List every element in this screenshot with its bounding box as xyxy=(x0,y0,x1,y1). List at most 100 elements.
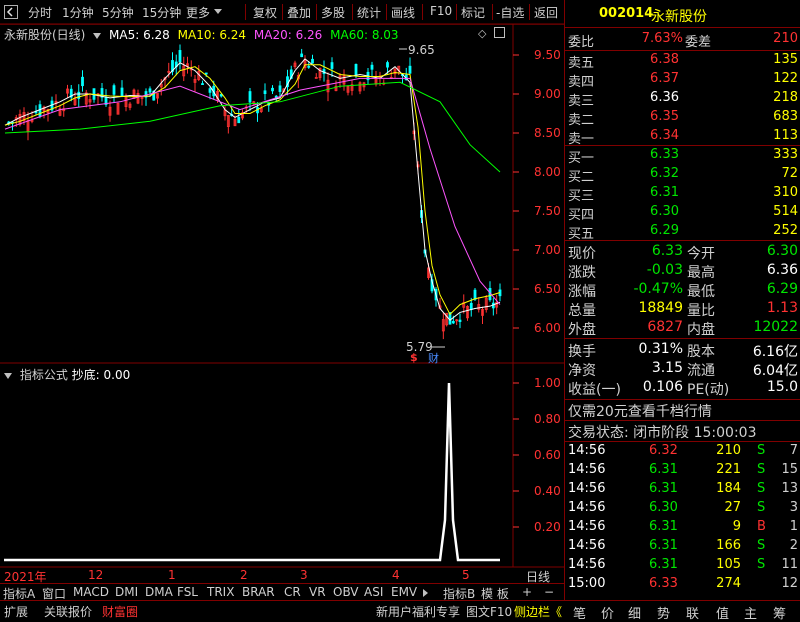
right-tab-detail[interactable]: 细 xyxy=(628,603,641,622)
tick-volume: 9 xyxy=(732,519,741,534)
tick-count: 15 xyxy=(781,462,798,477)
tick-row: 14:56 6.32 210 S 7 xyxy=(565,443,800,461)
fundamental-value: 15.0 xyxy=(766,379,798,395)
tab-cr[interactable]: CR xyxy=(284,585,301,599)
price-axis-label: 9.00 xyxy=(534,87,561,101)
status-promo[interactable]: 新用户福利专享 xyxy=(376,603,460,620)
status-wealth-circle[interactable]: 财富圈 xyxy=(102,603,138,620)
sell-level-row[interactable]: 卖五 6.38 135 xyxy=(565,52,800,71)
indicator-settings-icon[interactable] xyxy=(4,372,12,379)
tab-emv[interactable]: EMV xyxy=(391,585,417,599)
tab-fsl[interactable]: FSL xyxy=(177,585,198,599)
buy-level-row[interactable]: 买四 6.30 514 xyxy=(565,204,800,223)
stat-value: 12022 xyxy=(753,319,798,335)
time-label-feb: 2 xyxy=(240,568,248,582)
status-sidebar[interactable]: 侧边栏《 xyxy=(514,603,562,620)
buy-level-row[interactable]: 买三 6.31 310 xyxy=(565,185,800,204)
tick-direction: S xyxy=(757,500,766,515)
tick-count: 2 xyxy=(789,538,798,553)
buy-level-row[interactable]: 买二 6.32 72 xyxy=(565,166,800,185)
right-tab-price[interactable]: 价 xyxy=(601,603,614,622)
status-expand[interactable]: 扩展 xyxy=(4,603,28,620)
status-related-quote[interactable]: 关联报价 xyxy=(44,603,92,620)
weibi-label: 委比 xyxy=(568,35,595,50)
tick-volume: 274 xyxy=(716,576,741,591)
price-axis-label: 8.00 xyxy=(534,165,561,179)
event-marker-s[interactable]: $ xyxy=(410,351,418,364)
time-label-dec: 12 xyxy=(88,568,104,582)
weicha-label: 委差 xyxy=(685,35,712,50)
right-tab-value[interactable]: 值 xyxy=(716,603,729,622)
tab-vr[interactable]: VR xyxy=(309,585,326,599)
tab-brar[interactable]: BRAR xyxy=(242,585,275,599)
tab-macd[interactable]: MACD xyxy=(73,585,109,599)
status-f10[interactable]: 图文F10 xyxy=(466,603,512,620)
stat-value: 1.13 xyxy=(766,300,798,316)
stat-label: 外盘 xyxy=(568,322,596,338)
level-volume: 113 xyxy=(773,128,798,143)
level-price: 6.36 xyxy=(650,90,679,105)
indicator-value: 抄底: 0.00 xyxy=(71,368,131,382)
tick-price: 6.32 xyxy=(649,443,678,458)
level-volume: 135 xyxy=(773,52,798,67)
tick-volume: 221 xyxy=(716,462,741,477)
finance-marker[interactable]: 财 xyxy=(428,350,439,366)
tick-count: 1 xyxy=(789,519,798,534)
level-price: 6.38 xyxy=(650,52,679,67)
tick-price: 6.31 xyxy=(649,481,678,496)
buy-level-row[interactable]: 买一 6.33 333 xyxy=(565,147,800,166)
tab-scroll-icon[interactable] xyxy=(423,589,428,597)
time-label-apr: 4 xyxy=(392,568,400,582)
tick-time: 14:56 xyxy=(568,538,606,553)
price-axis-label: 7.50 xyxy=(534,204,561,218)
right-tab-chips[interactable]: 筹 xyxy=(773,603,786,622)
tick-count: 3 xyxy=(789,500,798,515)
weibi-row: 委比 7.63% 委差 210 xyxy=(565,31,800,50)
level-price: 6.31 xyxy=(650,185,679,200)
stat-value: 6.30 xyxy=(766,243,798,259)
tick-row: 15:00 6.33 274 12 xyxy=(565,576,800,594)
price-axis-label: 9.50 xyxy=(534,48,561,62)
level-label: 买四 xyxy=(568,208,595,223)
zoom-out-button[interactable]: − xyxy=(544,585,554,599)
sell-level-row[interactable]: 卖四 6.37 122 xyxy=(565,71,800,90)
right-tab-trades[interactable]: 笔 xyxy=(573,603,586,622)
tick-time: 14:56 xyxy=(568,462,606,477)
right-tab-linked[interactable]: 联 xyxy=(686,603,699,622)
kline-chart[interactable] xyxy=(0,0,564,600)
quote-stat-row: 涨幅 -0.47% 最低 6.29 xyxy=(565,281,800,300)
right-tab-main[interactable]: 主 xyxy=(744,603,757,622)
tick-price: 6.30 xyxy=(649,500,678,515)
depth-promo-text[interactable]: 仅需20元查看千档行情 xyxy=(568,401,712,421)
zoom-in-button[interactable]: + xyxy=(522,585,532,599)
quote-stat-row: 总量 18849 量比 1.13 xyxy=(565,300,800,319)
depth-promo[interactable]: 仅需20元查看千档行情 xyxy=(565,401,800,420)
right-tab-trend[interactable]: 势 xyxy=(657,603,670,622)
level-label: 买一 xyxy=(568,151,595,166)
fundamental-label: 流通 xyxy=(687,363,715,379)
stat-label: 现价 xyxy=(568,246,596,262)
indicator-axis-label: 0.80 xyxy=(534,412,561,426)
fundamental-row: 净资 3.15 流通 6.04亿 xyxy=(565,360,800,379)
fundamental-value: 6.16亿 xyxy=(752,344,798,360)
quote-stat-row: 现价 6.33 今开 6.30 xyxy=(565,243,800,262)
tick-row: 14:56 6.31 166 S 2 xyxy=(565,538,800,556)
tab-trix[interactable]: TRIX xyxy=(207,585,234,599)
trade-status-text: 交易状态: 闭市阶段 15:00:03 xyxy=(568,425,757,441)
tab-dmi[interactable]: DMI xyxy=(115,585,138,599)
tick-price: 6.31 xyxy=(649,557,678,572)
sell-level-row[interactable]: 卖三 6.36 218 xyxy=(565,90,800,109)
sell-level-row[interactable]: 卖二 6.35 683 xyxy=(565,109,800,128)
stat-value: -0.03 xyxy=(646,262,683,278)
tick-count: 13 xyxy=(781,481,798,496)
tab-dma[interactable]: DMA xyxy=(145,585,173,599)
fundamental-label: 净资 xyxy=(568,363,596,379)
indicator-legend: 指标公式 抄底: 0.00 xyxy=(4,366,130,383)
trade-status: 交易状态: 闭市阶段 15:00:03 xyxy=(565,422,800,441)
tab-obv[interactable]: OBV xyxy=(333,585,359,599)
fundamental-value: 0.106 xyxy=(642,379,683,395)
weicha-value: 210 xyxy=(773,31,798,46)
tick-direction: S xyxy=(757,538,766,553)
tab-asi[interactable]: ASI xyxy=(364,585,383,599)
stat-value: 18849 xyxy=(638,300,683,316)
